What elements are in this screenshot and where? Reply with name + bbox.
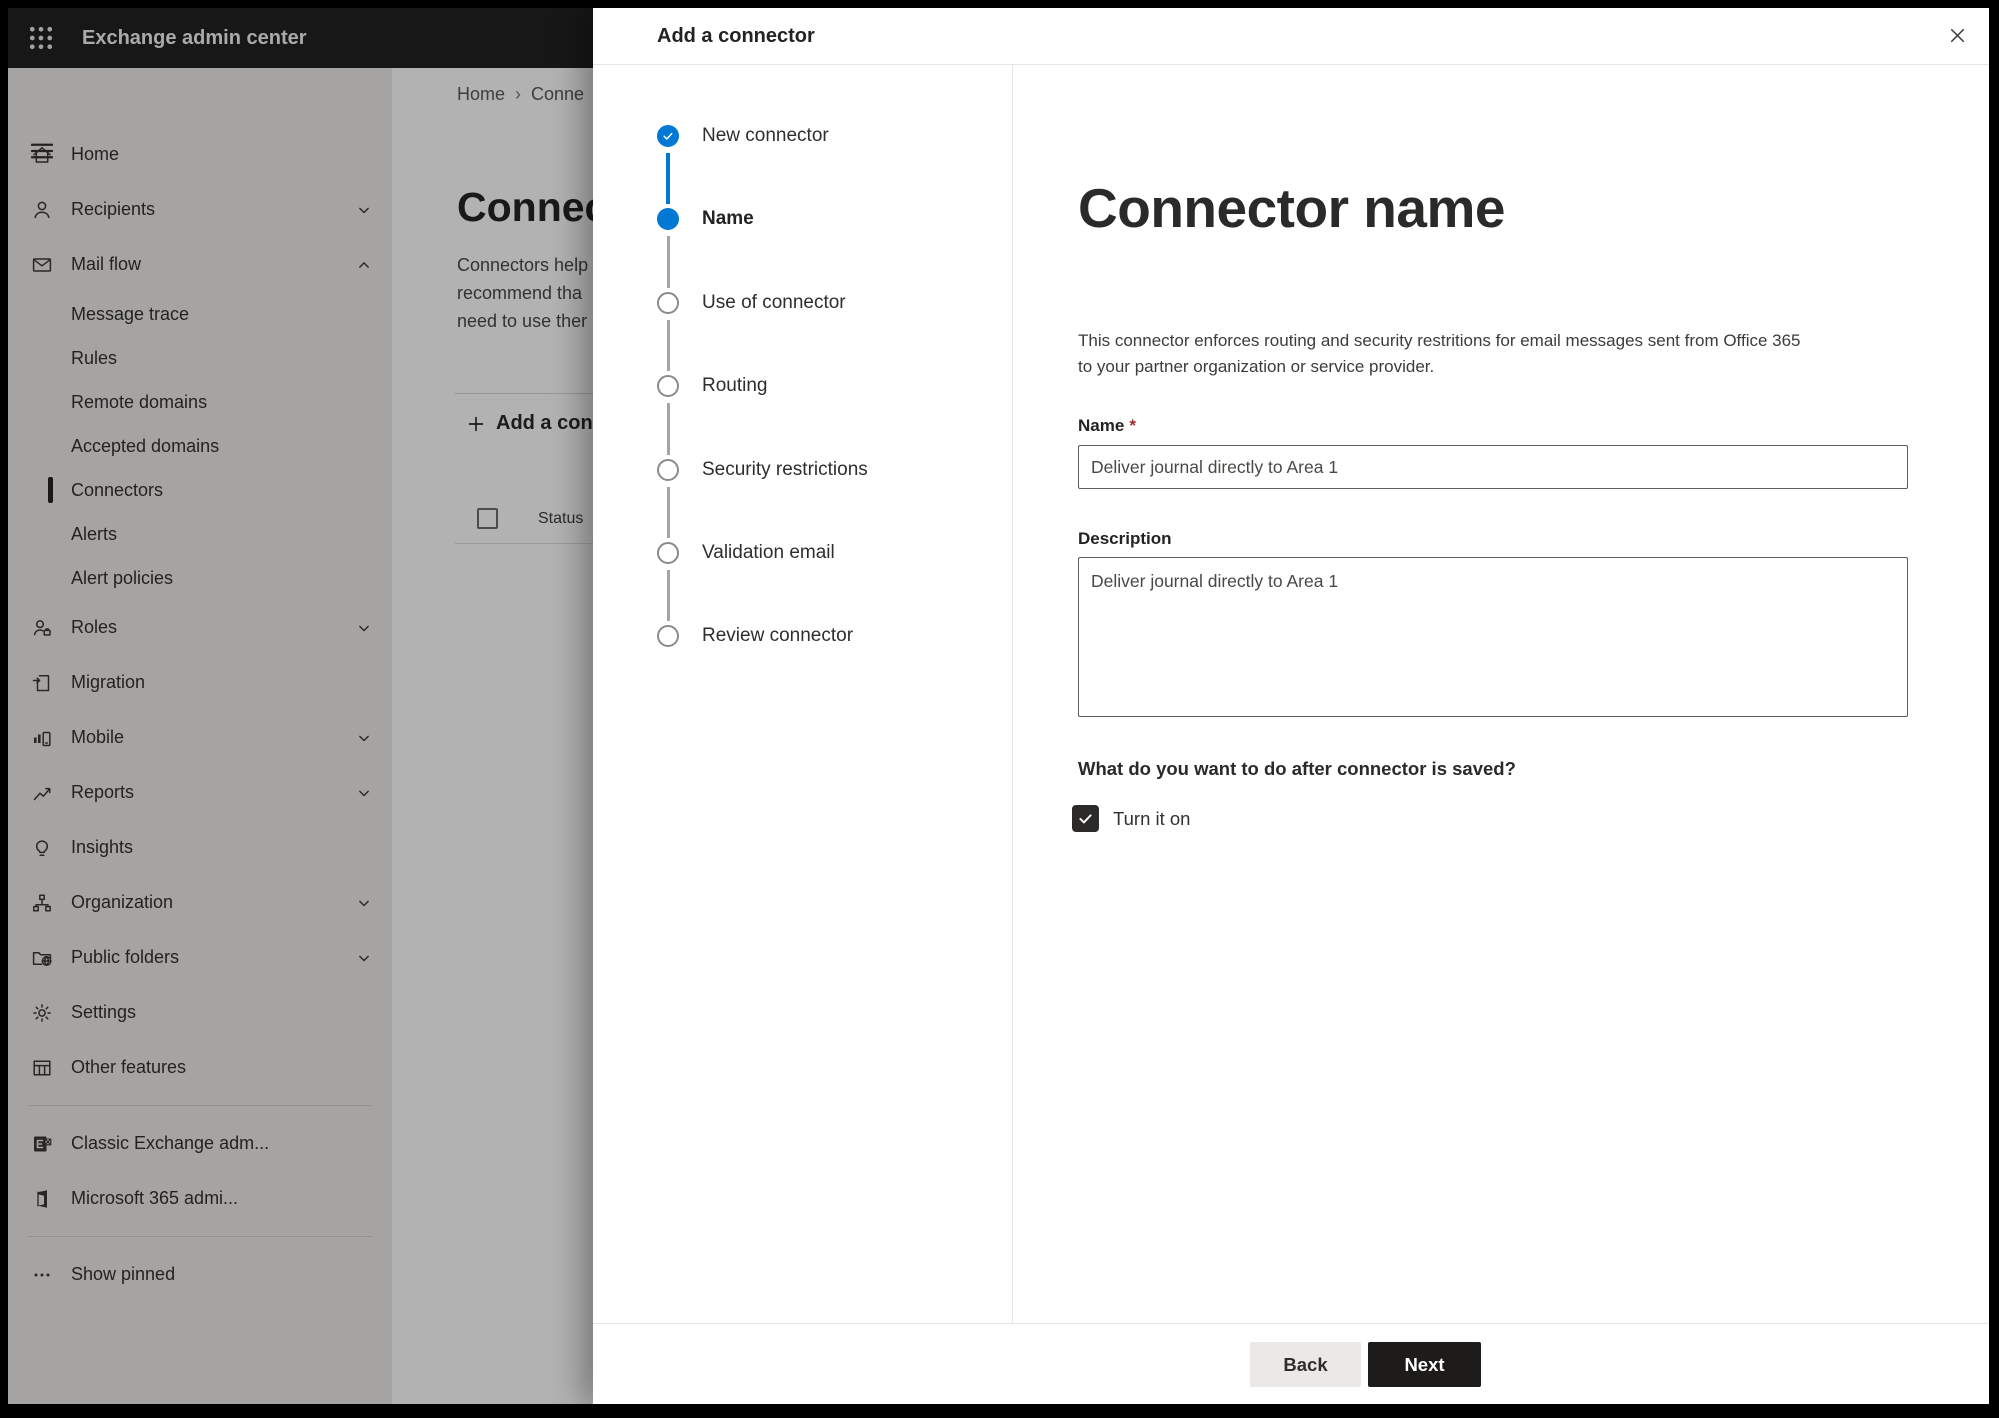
- wizard-step-review-connector: Review connector: [593, 615, 853, 657]
- step-complete-circle-icon: [657, 125, 679, 147]
- step-connector-line: [666, 153, 670, 204]
- after-save-question: What do you want to do after connector i…: [1078, 758, 1516, 779]
- step-label: Validation email: [702, 542, 835, 563]
- description-field-label: Description: [1078, 529, 1172, 548]
- turn-on-checkbox[interactable]: [1072, 805, 1099, 832]
- step-label: Security restrictions: [702, 459, 868, 480]
- add-connector-dialog: Add a connector New connector Name Use of …: [593, 8, 1989, 1404]
- step-label: New connector: [702, 125, 829, 146]
- step-label: Routing: [702, 375, 768, 396]
- wizard-stepper: New connector Name Use of connector Routing…: [593, 65, 1013, 1323]
- step-description: This connector enforces routing and secu…: [1078, 331, 1801, 376]
- wizard-step-validation-email: Validation email: [593, 532, 835, 574]
- wizard-step-security-restrictions: Security restrictions: [593, 449, 868, 491]
- back-button[interactable]: Back: [1250, 1342, 1361, 1387]
- check-icon: [1079, 814, 1092, 824]
- check-icon: [663, 132, 673, 140]
- next-button[interactable]: Next: [1368, 1342, 1481, 1387]
- step-current-circle-icon: [657, 208, 679, 230]
- step-upcoming-circle-icon: [657, 542, 679, 564]
- step-connector-line: [667, 487, 670, 538]
- turn-it-on-option[interactable]: Turn it on: [1072, 805, 1190, 832]
- name-field-label: Name *: [1078, 416, 1136, 435]
- turn-on-label: Turn it on: [1113, 807, 1191, 829]
- wizard-step-name: Name: [593, 198, 754, 240]
- close-icon[interactable]: [1937, 15, 1977, 55]
- step-connector-line: [667, 570, 670, 621]
- footer-divider: [593, 1323, 1989, 1324]
- screen: Exchange admin center Home Recipients Mail…: [8, 8, 1989, 1404]
- step-label: Use of connector: [702, 292, 846, 313]
- step-connector-line: [667, 236, 670, 288]
- step-connector-line: [667, 403, 670, 455]
- wizard-step-routing: Routing: [593, 365, 768, 407]
- step-label: Review connector: [702, 625, 854, 646]
- name-input[interactable]: [1078, 445, 1908, 489]
- step-upcoming-circle-icon: [657, 375, 679, 397]
- step-upcoming-circle-icon: [657, 459, 679, 481]
- description-textarea[interactable]: Deliver journal directly to Area 1: [1078, 557, 1908, 717]
- step-upcoming-circle-icon: [657, 292, 679, 314]
- step-upcoming-circle-icon: [657, 625, 679, 647]
- step-connector-line: [667, 320, 670, 371]
- dialog-header: Add a connector: [593, 8, 1989, 65]
- required-asterisk: *: [1129, 416, 1136, 435]
- wizard-step-new-connector: New connector: [593, 115, 829, 157]
- step-page-title: Connector name: [1078, 177, 1505, 239]
- wizard-step-use-of-connector: Use of connector: [593, 282, 846, 324]
- dialog-title: Add a connector: [657, 25, 815, 47]
- step-label: Name: [702, 208, 754, 229]
